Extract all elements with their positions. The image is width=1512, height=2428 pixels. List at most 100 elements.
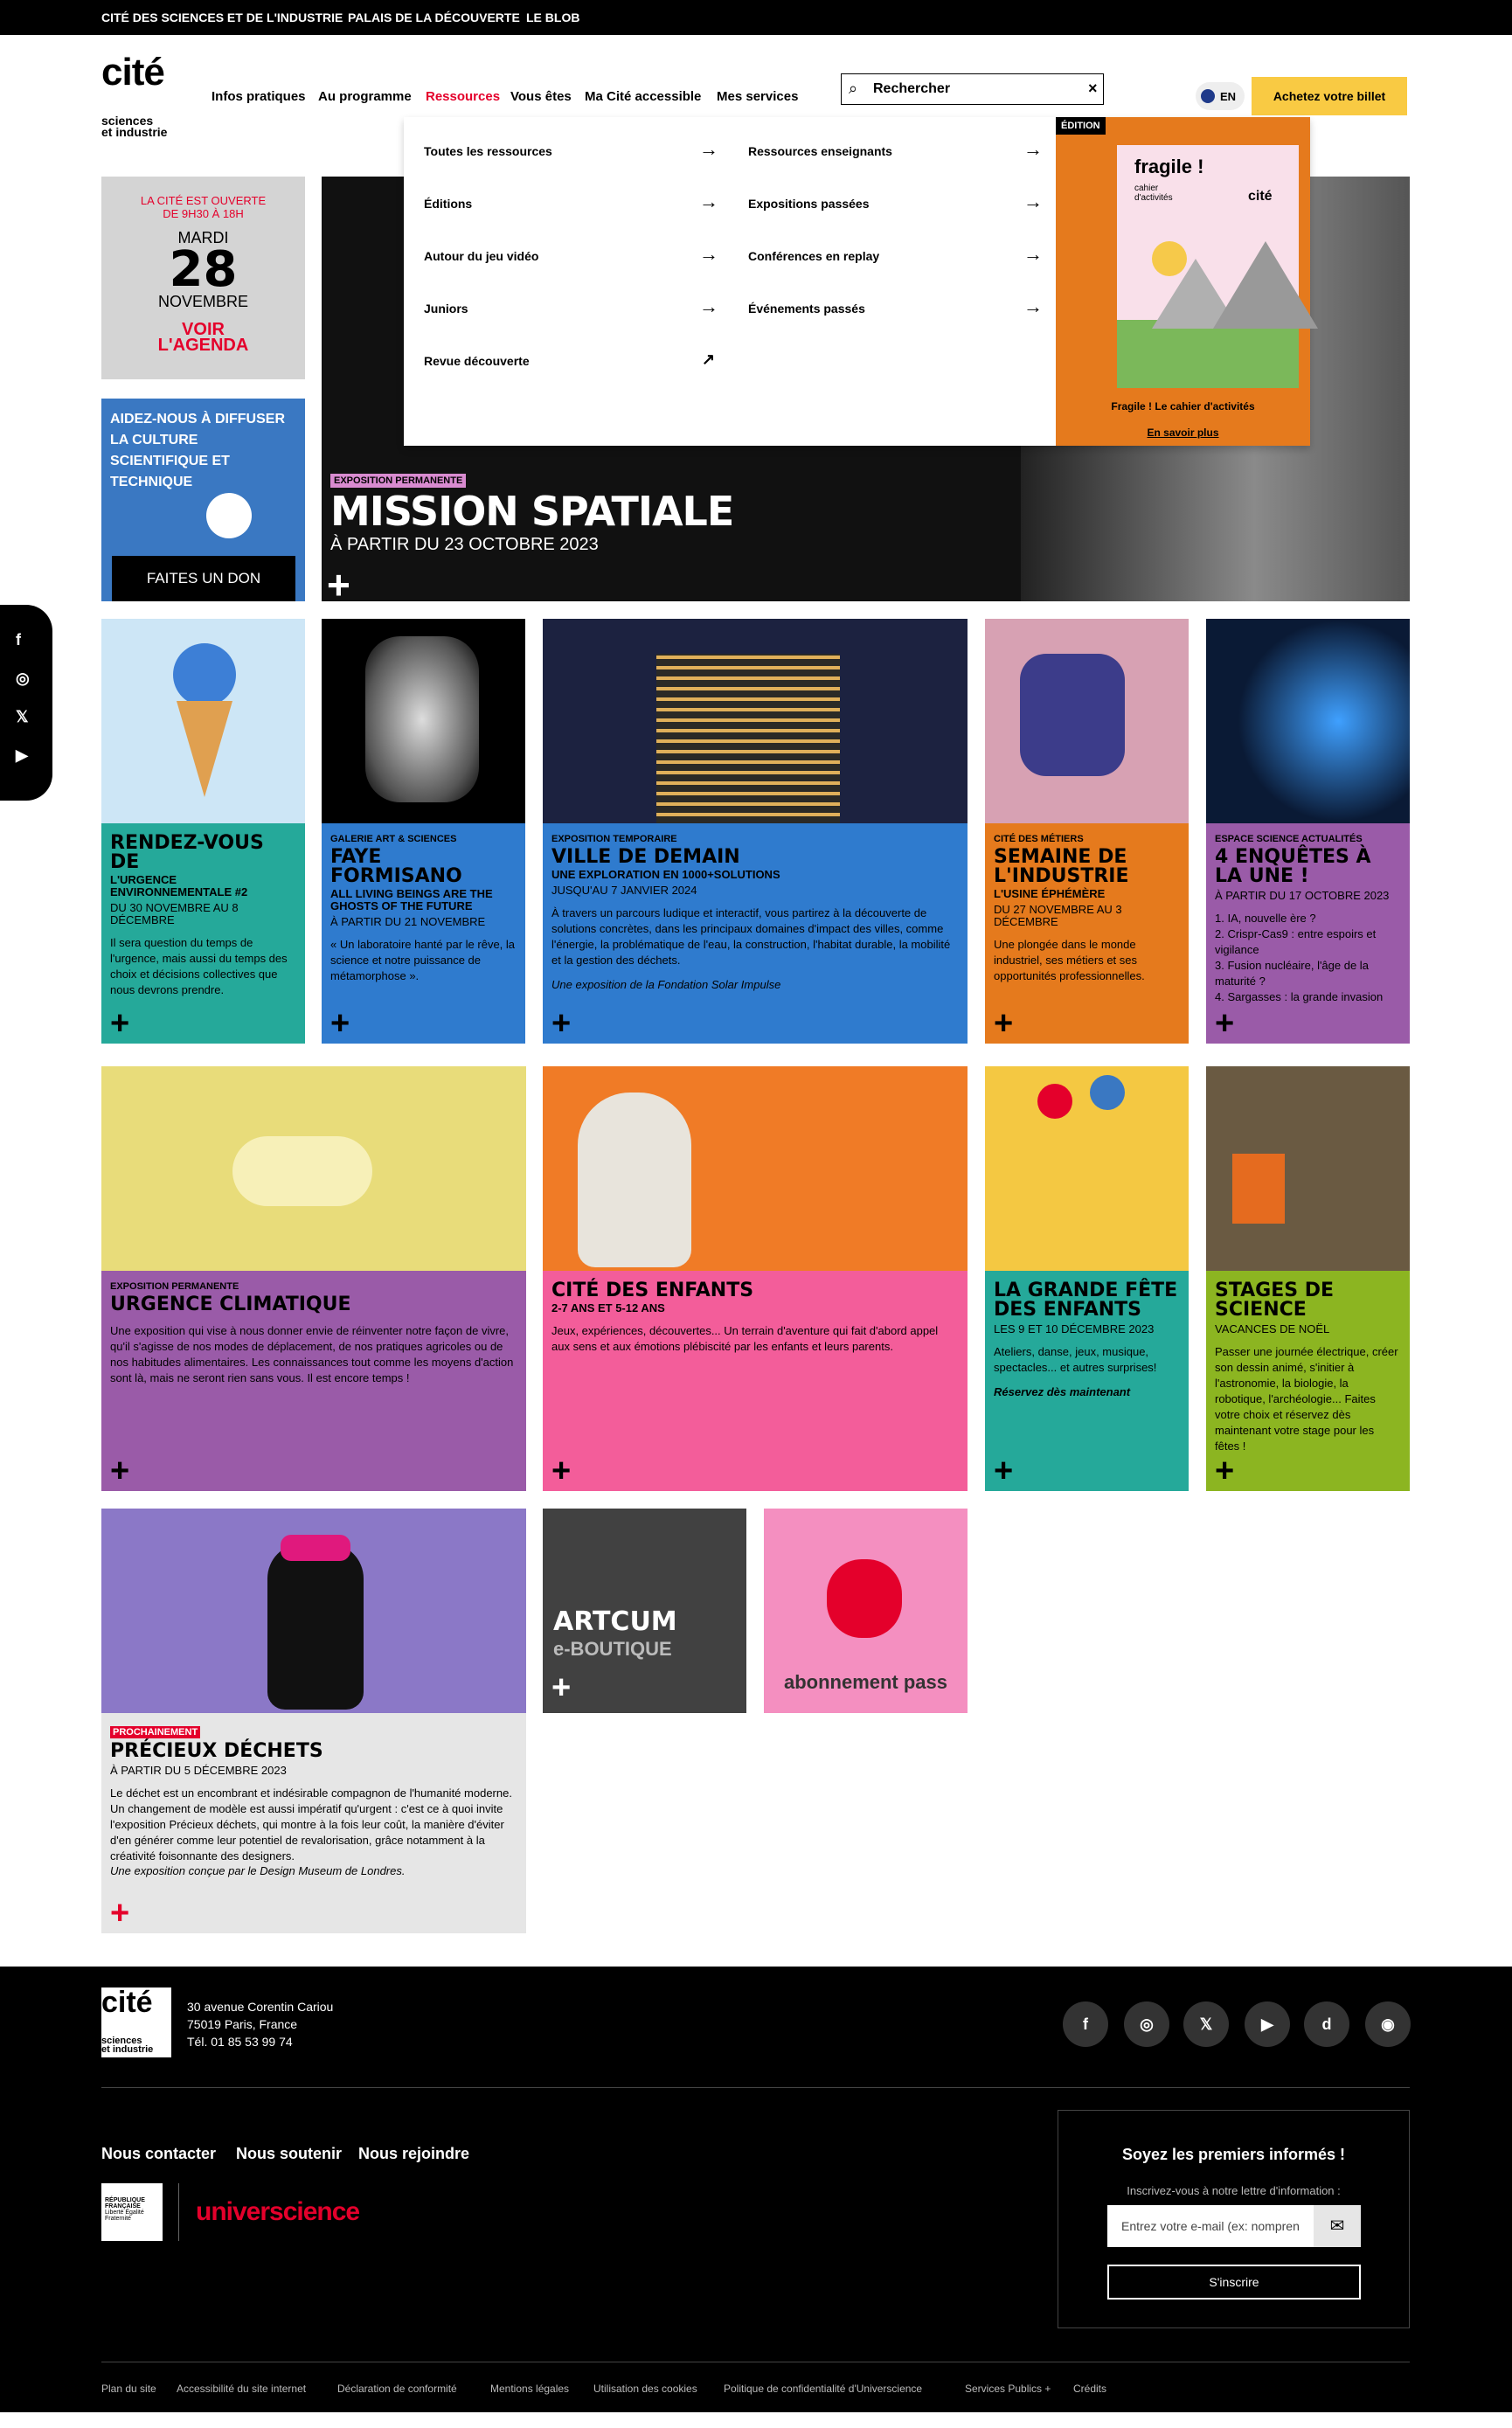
dropdown-item[interactable]: Éditions →	[424, 191, 721, 217]
card-title: SEMAINE DE L'INDUSTRIE	[994, 846, 1129, 887]
artcum-title: ARTCUM	[553, 1606, 677, 1637]
tripadvisor-icon[interactable]: ◉	[1365, 2001, 1411, 2047]
card-title: LA GRANDE FÊTE DES ENFANTS	[994, 1280, 1178, 1321]
card-grande-fete[interactable]: LA GRANDE FÊTE DES ENFANTS LES 9 ET 10 D…	[985, 1066, 1189, 1491]
plus-icon[interactable]: +	[110, 1007, 129, 1040]
card-stages-science[interactable]: STAGES DE SCIENCE VACANCES DE NOËL Passe…	[1206, 1066, 1410, 1491]
newsletter-subscribe-button[interactable]: S'inscrire	[1107, 2265, 1361, 2300]
nav-vous-etes[interactable]: Vous êtes	[510, 89, 572, 104]
footer-join-link[interactable]: Nous rejoindre	[358, 2145, 469, 2163]
nav-au-programme[interactable]: Au programme	[318, 89, 412, 104]
external-link-icon: ↗	[702, 350, 716, 368]
dailymotion-icon[interactable]: d	[1304, 2001, 1349, 2047]
footer-bottom-link[interactable]: Utilisation des cookies	[593, 2383, 697, 2395]
plus-icon[interactable]: +	[1215, 1454, 1234, 1488]
nav-ma-cite-accessible[interactable]: Ma Cité accessible	[585, 89, 701, 104]
nav-mes-services[interactable]: Mes services	[717, 89, 798, 104]
dropdown-item[interactable]: Expositions passées →	[748, 191, 1045, 217]
plus-icon[interactable]: +	[994, 1454, 1013, 1488]
search-clear-icon[interactable]: ×	[1088, 80, 1098, 98]
dropdown-item[interactable]: Événements passés →	[748, 295, 1045, 322]
logo[interactable]: cité	[101, 51, 165, 94]
card-description: Une plongée dans le monde industriel, se…	[994, 938, 1145, 982]
card-semaine-industrie[interactable]: CITÉ DES MÉTIERS SEMAINE DE L'INDUSTRIE …	[985, 619, 1189, 1044]
topbar-link-cite[interactable]: CITÉ DES SCIENCES ET DE L'INDUSTRIE	[101, 10, 343, 24]
republique-logo[interactable]: RÉPUBLIQUE FRANÇAISE Liberté Égalité Frat…	[101, 2183, 163, 2241]
topbar-link-palais[interactable]: PALAIS DE LA DÉCOUVERTE	[348, 10, 520, 24]
nav-infos-pratiques[interactable]: Infos pratiques	[212, 89, 306, 104]
card-date: VACANCES DE NOËL	[1215, 1322, 1330, 1335]
dropdown-item[interactable]: Conférences en replay →	[748, 243, 1045, 269]
card-faye-formisano[interactable]: GALERIE ART & SCIENCES FAYE FORMISANO AL…	[322, 619, 525, 1044]
card-artcum-eboutique[interactable]: ARTCUM e-BOUTIQUE +	[543, 1509, 746, 1713]
dropdown-item[interactable]: Revue découverte ↗	[424, 348, 721, 374]
promo-link[interactable]: En savoir plus	[1056, 427, 1310, 439]
plus-icon[interactable]: +	[551, 1669, 571, 1707]
footer-bottom-link[interactable]: Mentions légales	[490, 2383, 569, 2395]
agenda-month: NOVEMBRE	[157, 293, 249, 310]
youtube-icon[interactable]: ▶	[16, 746, 28, 765]
card-kicker: GALERIE ART & SCIENCES	[330, 834, 457, 844]
plus-icon[interactable]: +	[994, 1007, 1013, 1040]
newsletter-email-input[interactable]: Entrez votre e-mail (ex: nompren	[1107, 2205, 1314, 2247]
facebook-icon[interactable]: f	[1063, 2001, 1108, 2047]
footer-bottom-link[interactable]: Services Publics +	[965, 2383, 1051, 2395]
card-urgence-climatique[interactable]: EXPOSITION PERMANENTE URGENCE CLIMATIQUE…	[101, 1066, 526, 1491]
buy-ticket-button[interactable]: Achetez votre billet	[1252, 77, 1407, 115]
universcience-logo[interactable]: universcience	[196, 2197, 360, 2227]
dropdown-item[interactable]: Autour du jeu vidéo →	[424, 243, 721, 269]
footer-bottom-link[interactable]: Politique de confidentialité d'Universci…	[724, 2383, 922, 2395]
facebook-icon[interactable]: f	[16, 631, 21, 649]
agenda-link[interactable]: VOIR L'AGENDA	[101, 321, 305, 354]
card-4-enquetes[interactable]: ESPACE SCIENCE ACTUALITÉS 4 ENQUÊTES À L…	[1206, 619, 1410, 1044]
card-date: DU 30 NOVEMBRE AU 8 DÉCEMBRE	[110, 901, 239, 926]
language-switch[interactable]: EN	[1196, 82, 1245, 110]
card-rendez-vous[interactable]: RENDEZ-VOUS DE L'URGENCE ENVIRONNEMENTAL…	[101, 619, 305, 1044]
agenda-block[interactable]: LA CITÉ EST OUVERTE DE 9H30 À 18H MARDI …	[101, 177, 305, 379]
card-precieux-dechets[interactable]: PROCHAINEMENT PRÉCIEUX DÉCHETS À PARTIR …	[101, 1509, 526, 1933]
book-cover: fragile ! cahier d'activités cité	[1117, 145, 1318, 388]
youtube-icon[interactable]: ▶	[1245, 2001, 1290, 2047]
donate-button[interactable]: FAITES UN DON	[112, 556, 295, 601]
card-cite-des-enfants[interactable]: CITÉ DES ENFANTS 2-7 ANS ET 5-12 ANS Jeu…	[543, 1066, 968, 1491]
card-subtitle: 2-7 ANS ET 5-12 ANS	[551, 1301, 665, 1315]
card-ville-de-demain[interactable]: EXPOSITION TEMPORAIRE VILLE DE DEMAIN UN…	[543, 619, 968, 1044]
x-icon[interactable]: 𝕏	[1183, 2001, 1229, 2047]
dropdown-item[interactable]: Juniors →	[424, 295, 721, 322]
plus-icon[interactable]: +	[110, 1454, 129, 1488]
dropdown-item[interactable]: Ressources enseignants →	[748, 138, 1045, 164]
footer-logo[interactable]: cité sciences et industrie	[101, 1987, 171, 2057]
arrow-right-icon: →	[1023, 191, 1043, 212]
instagram-icon[interactable]: ◎	[1124, 2001, 1169, 2047]
card-abonnement-pass[interactable]: abonnement pass	[764, 1509, 968, 1713]
plus-icon[interactable]: +	[551, 1007, 571, 1040]
footer-bottom-link[interactable]: Crédits	[1073, 2383, 1106, 2395]
instagram-icon[interactable]: ◎	[16, 669, 30, 688]
card-subtitle: L'USINE ÉPHÉMÈRE	[994, 887, 1106, 900]
hero-plus-icon[interactable]: +	[327, 561, 350, 601]
agenda-day: 28	[169, 241, 238, 298]
plus-icon[interactable]: +	[1215, 1007, 1234, 1040]
plus-icon[interactable]: +	[330, 1007, 350, 1040]
footer-contact-link[interactable]: Nous contacter	[101, 2145, 216, 2163]
x-icon[interactable]: 𝕏	[16, 708, 29, 726]
plus-icon[interactable]: +	[110, 1897, 129, 1930]
plant-icon	[206, 493, 252, 538]
nav-ressources[interactable]: Ressources	[426, 89, 500, 104]
arrow-right-icon: →	[1023, 295, 1043, 317]
card-date: JUSQU'AU 7 JANVIER 2024	[551, 884, 697, 897]
footer-bottom-link[interactable]: Déclaration de conformité	[337, 2383, 457, 2395]
envelope-icon[interactable]: ✉	[1314, 2205, 1361, 2247]
dropdown-promo[interactable]: ÉDITION fragile ! cahier d'activités cit…	[1056, 117, 1318, 446]
card-kicker: EXPOSITION PERMANENTE	[110, 1281, 239, 1292]
footer-support-link[interactable]: Nous soutenir	[236, 2145, 342, 2163]
plus-icon[interactable]: +	[551, 1454, 571, 1488]
search-input[interactable]: ⌕ Rechercher ×	[841, 73, 1104, 105]
dropdown-item[interactable]: Toutes les ressources →	[424, 138, 721, 164]
promo-tag: ÉDITION	[1056, 117, 1106, 135]
card-subtitle: L'URGENCE ENVIRONNEMENTALE #2	[110, 873, 248, 898]
footer-bottom-link[interactable]: Accessibilité du site internet	[177, 2383, 306, 2395]
apple-icon	[827, 1559, 902, 1638]
footer-bottom-link[interactable]: Plan du site	[101, 2383, 156, 2395]
topbar-link-blob[interactable]: LE BLOB	[526, 10, 579, 24]
